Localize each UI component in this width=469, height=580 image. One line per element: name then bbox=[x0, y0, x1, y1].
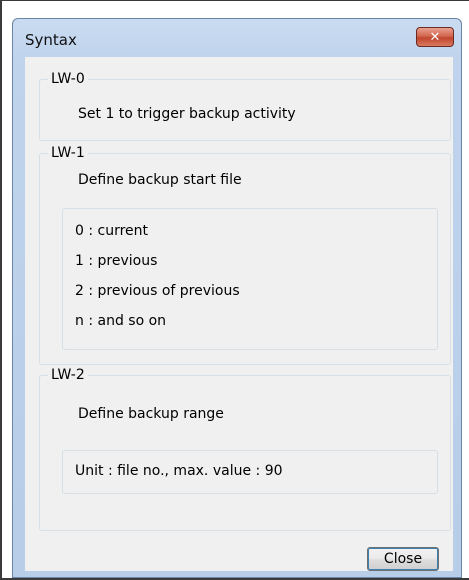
title-bar[interactable]: Syntax ✕ bbox=[13, 19, 461, 55]
group-label-lw-2: LW-2 bbox=[48, 367, 88, 383]
group-lw-2: LW-2 Define backup range Unit : file no.… bbox=[39, 367, 451, 531]
group-description-lw-0: Set 1 to trigger backup activity bbox=[78, 106, 296, 122]
dialog-title: Syntax bbox=[25, 31, 77, 49]
close-button[interactable]: Close bbox=[367, 547, 439, 571]
group-description-lw-1: Define backup start file bbox=[78, 172, 242, 188]
option-line: n : and so on bbox=[75, 313, 167, 329]
option-line: 0 : current bbox=[75, 223, 149, 239]
background-window-edge bbox=[0, 0, 2, 580]
group-description-lw-2: Define backup range bbox=[78, 406, 224, 422]
group-label-lw-1: LW-1 bbox=[48, 145, 88, 161]
range-note: Unit : file no., max. value : 90 bbox=[75, 463, 283, 479]
group-label-lw-0: LW-0 bbox=[48, 71, 88, 87]
option-line: 2 : previous of previous bbox=[75, 283, 240, 299]
group-lw-0: LW-0 Set 1 to trigger backup activity bbox=[39, 71, 451, 141]
range-note-box: Unit : file no., max. value : 90 bbox=[62, 450, 438, 494]
background-window-edge-top bbox=[0, 0, 469, 1]
close-icon[interactable]: ✕ bbox=[416, 27, 454, 47]
group-lw-1: LW-1 Define backup start file 0 : curren… bbox=[39, 145, 451, 365]
options-box: 0 : current 1 : previous 2 : previous of… bbox=[62, 208, 438, 350]
syntax-dialog: Syntax ✕ LW-0 Set 1 to trigger backup ac… bbox=[12, 18, 462, 578]
dialog-content: LW-0 Set 1 to trigger backup activity LW… bbox=[25, 57, 453, 571]
option-line: 1 : previous bbox=[75, 253, 158, 269]
